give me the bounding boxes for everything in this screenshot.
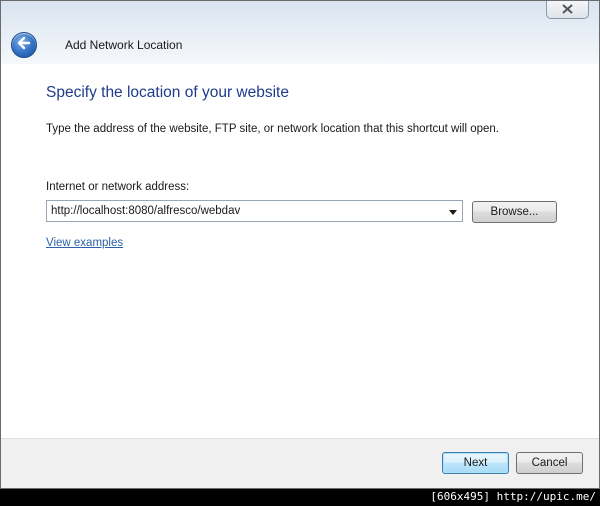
close-button[interactable] — [546, 1, 589, 19]
next-button[interactable]: Next — [442, 452, 509, 474]
chevron-down-icon — [449, 202, 457, 220]
back-arrow-icon — [17, 36, 31, 55]
window-title: Add Network Location — [65, 38, 183, 52]
wizard-content: Specify the location of your website Typ… — [1, 64, 599, 438]
address-input[interactable] — [47, 201, 437, 221]
page-heading: Specify the location of your website — [46, 84, 289, 101]
back-button[interactable] — [11, 32, 37, 58]
wizard-footer: Next Cancel — [1, 438, 599, 488]
browse-button[interactable]: Browse... — [472, 201, 557, 223]
title-bar: Add Network Location — [1, 1, 599, 65]
close-icon — [562, 1, 573, 19]
address-combobox[interactable] — [46, 200, 463, 222]
watermark-bar: [606x495] http://upic.me/ — [0, 489, 600, 506]
watermark-text: [606x495] http://upic.me/ — [430, 490, 596, 503]
instruction-text: Type the address of the website, FTP sit… — [46, 123, 499, 135]
address-label: Internet or network address: — [46, 181, 190, 193]
view-examples-link[interactable]: View examples — [46, 237, 123, 249]
add-network-location-window: Add Network Location Specify the locatio… — [0, 0, 600, 489]
cancel-button[interactable]: Cancel — [516, 452, 583, 474]
address-dropdown-button[interactable] — [444, 201, 462, 221]
